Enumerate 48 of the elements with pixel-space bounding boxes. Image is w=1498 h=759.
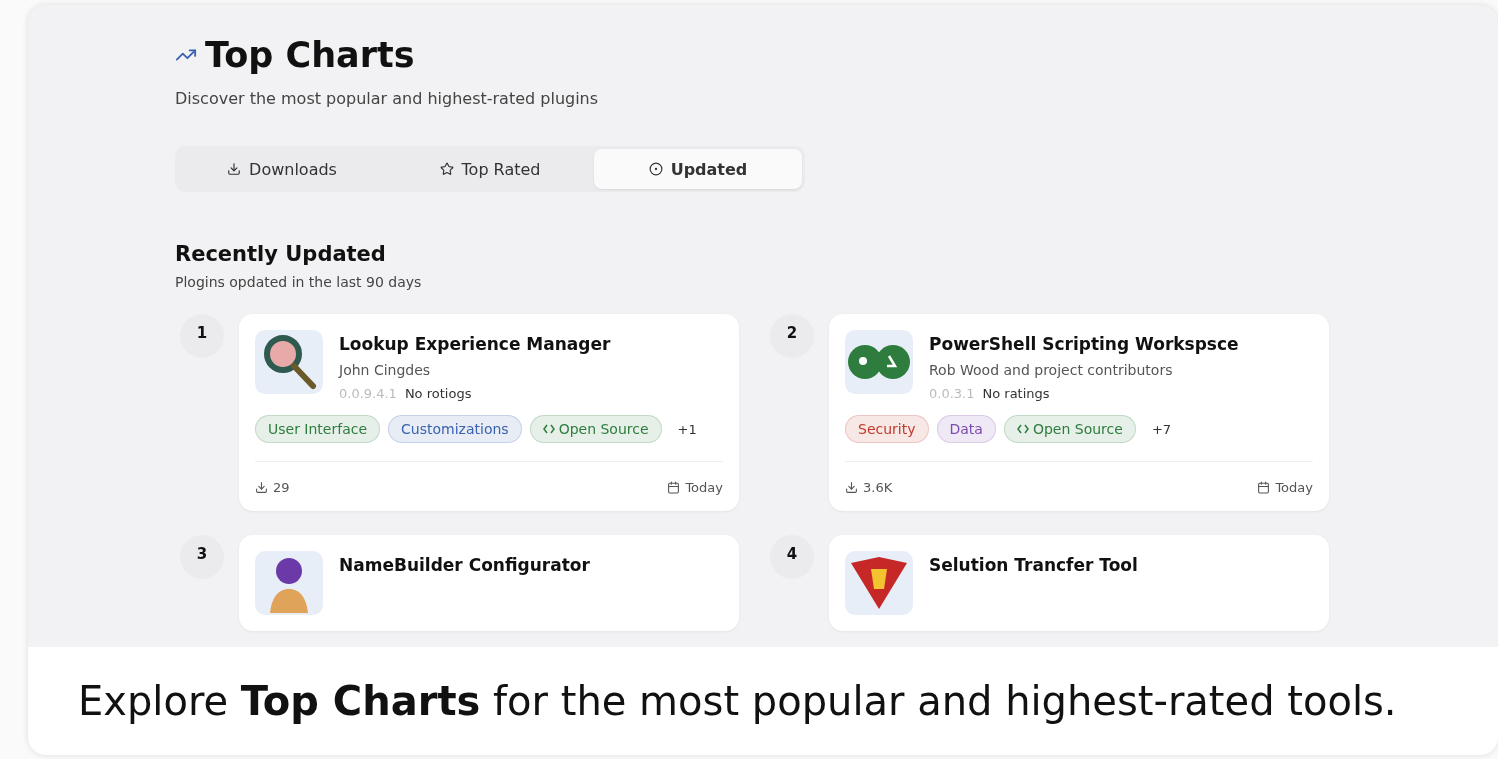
- rank-badge: 2: [770, 314, 814, 358]
- tag: Data: [936, 415, 996, 443]
- plugin-card[interactable]: Selution Trancfer Tool: [829, 535, 1329, 631]
- rank-badge: 1: [180, 314, 224, 358]
- section-subtitle: Plogins opdated in the last 90 days: [175, 274, 423, 290]
- rank-badge: 3: [180, 535, 224, 579]
- tab[interactable]: Top Rated: [386, 149, 594, 189]
- page-title: Top Charts: [205, 35, 415, 75]
- tag: Open Source: [1003, 415, 1136, 443]
- code-icon: [1016, 424, 1029, 434]
- plugin-card[interactable]: PowerShell Scripting Workspsce Rob Wood and project contributors 0.0.3.1 No ratings Security Data Open Source +7 3.6K Today: [829, 314, 1329, 511]
- updated-date: Today: [685, 480, 723, 495]
- download-count: 29: [273, 480, 290, 495]
- plugin-author: Rob Wood and project contributors: [929, 362, 1174, 378]
- plugin-name: NameBuilder Configurator: [339, 555, 590, 575]
- plugin-rating: No rotiogs: [404, 386, 472, 401]
- plugin-rating: No ratings: [982, 386, 1050, 401]
- rank-badge: 4: [770, 535, 814, 579]
- star-icon: [439, 162, 454, 176]
- calendar-icon: [667, 481, 681, 494]
- calendar-icon: [1257, 481, 1271, 494]
- caption: Explore Top Charts for the most popular and highest-rated tools.: [28, 647, 1498, 755]
- plugin-card[interactable]: Lookup Experience Manager John Cingdes 0.0.9.4.1 No rotiogs User Interface Customizations Open Source +1 29 Today: [239, 314, 739, 511]
- download-count: 3.6K: [863, 480, 893, 495]
- tag: Open Source: [529, 415, 662, 443]
- linked-circles-icon: [847, 344, 911, 380]
- more-tags-count: +1: [676, 420, 698, 439]
- plugin-name: PowerShell Scripting Workspsce: [929, 334, 1239, 354]
- tag: Customizations: [388, 415, 522, 443]
- tab[interactable]: Updated: [594, 149, 802, 189]
- section-title: Recently Updated: [175, 242, 387, 266]
- plugin-version: 0.0.3.1: [929, 386, 975, 401]
- tab[interactable]: Downloads: [178, 149, 386, 189]
- plugin-card[interactable]: NameBuilder Configurator: [239, 535, 739, 631]
- download-icon: [845, 481, 858, 494]
- updated-date: Today: [1275, 480, 1313, 495]
- tag: User Interface: [255, 415, 381, 443]
- tag: Security: [845, 415, 929, 443]
- circle-icon: [648, 162, 663, 176]
- plugin-version: 0.0.9.4.1: [339, 386, 397, 401]
- more-tags-count: +7: [1150, 420, 1173, 439]
- page-subtitle: Discover the most popular and highest-rated plugins: [175, 89, 600, 108]
- download-icon: [227, 162, 242, 176]
- plugin-name: Selution Trancfer Tool: [929, 555, 1138, 575]
- plugin-name: Lookup Experience Manager: [339, 334, 611, 354]
- code-icon: [542, 424, 555, 434]
- plugin-author: John Cingdes: [339, 362, 432, 378]
- download-icon: [255, 481, 268, 494]
